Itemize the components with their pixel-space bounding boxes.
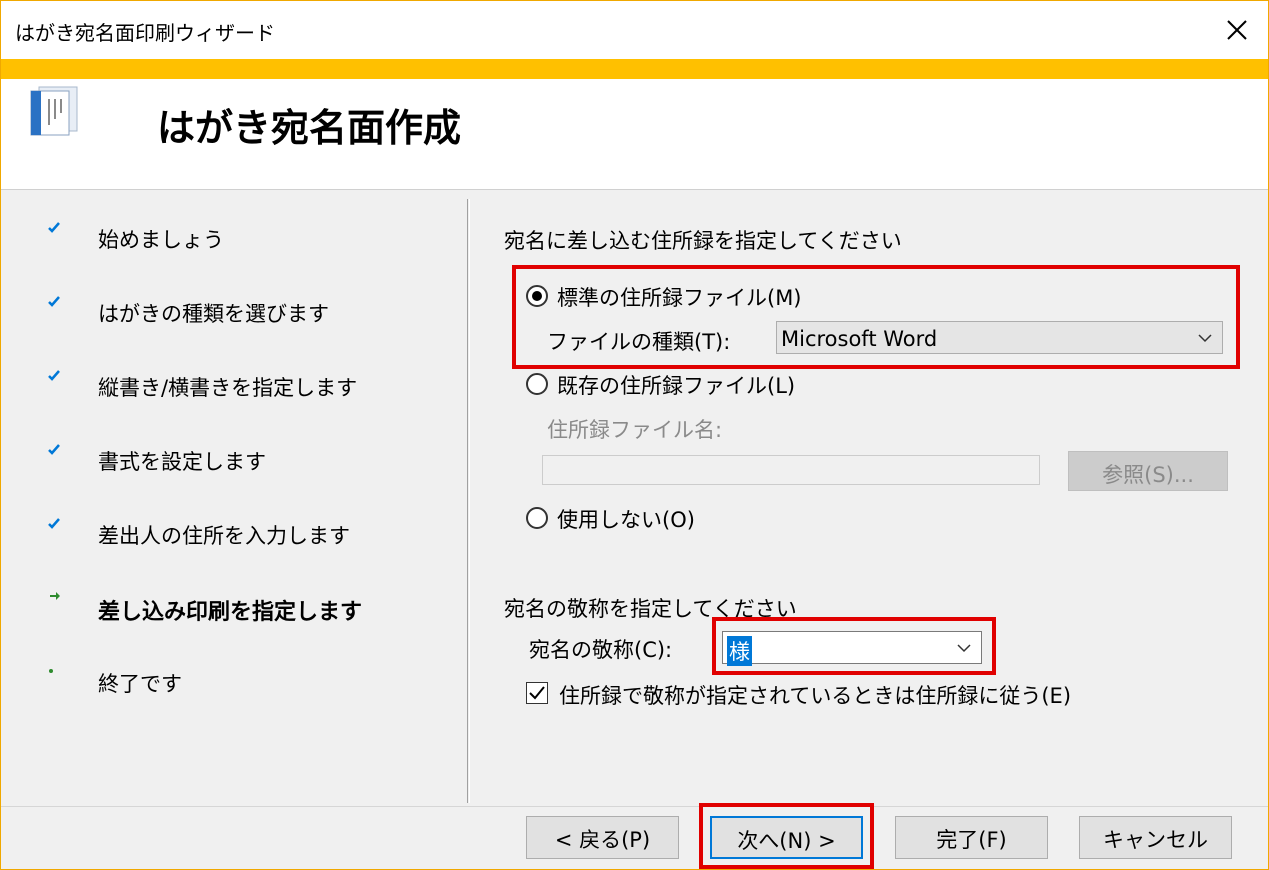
finish-button[interactable]: 完了(F) — [895, 816, 1048, 859]
checkmark-icon — [529, 686, 545, 700]
close-button[interactable] — [1206, 1, 1268, 59]
step-item: 縦書き/横書きを指定します — [1, 366, 461, 406]
back-button[interactable]: < 戻る(P) — [526, 816, 679, 859]
wizard-window: はがき宛名面印刷ウィザード はがき宛名面作成 始めましょう はがきの種類を選びま… — [0, 0, 1269, 870]
highlight-box-address — [512, 265, 1240, 369]
browse-button-label: 参照(S)... — [1102, 463, 1194, 487]
finish-button-label: 完了(F) — [936, 828, 1007, 852]
check-icon — [48, 370, 60, 381]
step-label: 始めましょう — [98, 228, 224, 252]
no-address-radio[interactable] — [526, 507, 548, 529]
step-label: はがきの種類を選びます — [98, 302, 329, 326]
step-label: 縦書き/横書きを指定します — [98, 376, 358, 400]
step-item: 始めましょう — [1, 218, 461, 258]
existing-address-label[interactable]: 既存の住所録ファイル(L) — [557, 370, 795, 400]
follow-address-book-checkbox[interactable] — [526, 682, 548, 704]
cancel-button[interactable]: キャンセル — [1079, 816, 1232, 859]
step-label: 差出人の住所を入力します — [98, 524, 350, 548]
postcard-wizard-icon — [30, 86, 78, 136]
check-icon — [48, 296, 60, 307]
arrow-right-icon — [50, 592, 60, 600]
dot-icon — [49, 669, 53, 673]
follow-address-book-label[interactable]: 住所録で敬称が指定されているときは住所録に従う(E) — [559, 680, 1071, 710]
step-item: はがきの種類を選びます — [1, 292, 461, 332]
address-file-name-input[interactable] — [542, 455, 1040, 485]
title-bar: はがき宛名面印刷ウィザード — [1, 1, 1268, 59]
close-icon — [1227, 20, 1247, 40]
wizard-heading: はがき宛名面作成 — [157, 106, 462, 150]
address-source-heading: 宛名に差し込む住所録を指定してください — [504, 229, 902, 253]
check-icon — [48, 444, 60, 455]
step-item: 終了です — [1, 662, 461, 702]
step-label: 終了です — [98, 672, 182, 696]
step-label: 差し込み印刷を指定します — [98, 600, 363, 625]
browse-button[interactable]: 参照(S)... — [1068, 451, 1228, 491]
step-item: 書式を設定します — [1, 440, 461, 480]
back-button-label: < 戻る(P) — [554, 828, 651, 852]
cancel-button-label: キャンセル — [1103, 828, 1208, 852]
wizard-header: はがき宛名面作成 — [1, 79, 1268, 190]
step-label: 書式を設定します — [98, 450, 266, 474]
existing-address-radio[interactable] — [526, 373, 548, 395]
step-item: 差出人の住所を入力します — [1, 514, 461, 554]
check-icon — [48, 222, 60, 233]
no-address-label[interactable]: 使用しない(O) — [557, 504, 695, 534]
steps-panel: 始めましょう はがきの種類を選びます 縦書き/横書きを指定します 書式を設定しま… — [1, 190, 467, 806]
highlight-box-next — [699, 803, 874, 869]
window-title: はがき宛名面印刷ウィザード — [15, 21, 275, 45]
address-file-name-label: 住所録ファイル名: — [547, 418, 723, 442]
highlight-box-honorific — [712, 617, 996, 675]
honorific-label: 宛名の敬称(C): — [529, 638, 673, 662]
step-item-current: 差し込み印刷を指定します — [1, 588, 461, 628]
accent-bar — [1, 59, 1268, 79]
panel-divider — [467, 199, 470, 803]
check-icon — [48, 518, 60, 529]
